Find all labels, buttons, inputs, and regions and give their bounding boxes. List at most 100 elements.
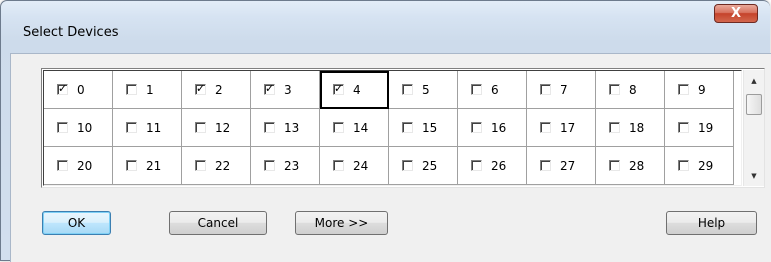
device-checkbox[interactable] (540, 84, 551, 95)
device-checkbox[interactable] (195, 122, 206, 133)
device-cell[interactable]: 15 (389, 109, 458, 147)
device-checkbox[interactable] (195, 160, 206, 171)
device-cell[interactable]: 24 (320, 147, 389, 185)
device-cell[interactable]: 19 (665, 109, 734, 147)
device-checkbox[interactable] (471, 160, 482, 171)
dialog-client-area: 0123456789101112131415161718192021222324… (10, 53, 771, 262)
device-checkbox[interactable] (609, 160, 620, 171)
arrow-up-icon: ▲ (751, 76, 757, 85)
scroll-down-button[interactable]: ▼ (744, 167, 764, 184)
ok-button[interactable]: OK (42, 211, 111, 235)
device-cell[interactable]: 23 (251, 147, 320, 185)
device-cell[interactable]: 22 (182, 147, 251, 185)
device-checkbox[interactable] (609, 122, 620, 133)
device-cell[interactable]: 9 (665, 71, 734, 109)
device-checkbox[interactable] (126, 84, 137, 95)
vertical-scrollbar[interactable]: ▲ ▼ (743, 70, 764, 186)
device-checkbox[interactable] (678, 160, 689, 171)
device-checkbox[interactable] (57, 160, 68, 171)
device-label: 14 (353, 120, 369, 135)
device-checkbox[interactable] (609, 84, 620, 95)
device-cell[interactable]: 4 (320, 71, 389, 109)
device-cell[interactable]: 18 (596, 109, 665, 147)
more-button[interactable]: More >> (295, 211, 388, 235)
device-cell[interactable]: 1 (113, 71, 182, 109)
device-checkbox[interactable] (333, 122, 344, 133)
device-cell[interactable]: 17 (527, 109, 596, 147)
close-button[interactable]: X (714, 4, 758, 23)
device-cell[interactable]: 3 (251, 71, 320, 109)
close-icon: X (730, 6, 742, 21)
device-checkbox[interactable] (540, 160, 551, 171)
device-label: 4 (353, 82, 361, 97)
arrow-down-icon: ▼ (751, 171, 757, 180)
device-cell[interactable]: 27 (527, 147, 596, 185)
device-label: 2 (215, 82, 223, 97)
device-label: 16 (491, 120, 507, 135)
device-label: 15 (422, 120, 438, 135)
device-cell[interactable]: 10 (44, 109, 113, 147)
device-cell[interactable]: 20 (44, 147, 113, 185)
device-label: 19 (698, 120, 714, 135)
help-button[interactable]: Help (666, 211, 757, 235)
device-label: 6 (491, 82, 499, 97)
device-label: 11 (146, 120, 162, 135)
device-cell[interactable]: 7 (527, 71, 596, 109)
device-label: 20 (77, 158, 93, 173)
device-label: 25 (422, 158, 438, 173)
device-cell[interactable]: 6 (458, 71, 527, 109)
device-cell[interactable]: 21 (113, 147, 182, 185)
device-checkbox[interactable] (678, 122, 689, 133)
device-label: 26 (491, 158, 507, 173)
device-checkbox[interactable] (264, 160, 275, 171)
device-cell[interactable]: 16 (458, 109, 527, 147)
device-grid: 0123456789101112131415161718192021222324… (44, 71, 734, 185)
device-cell[interactable]: 11 (113, 109, 182, 147)
device-checkbox[interactable] (57, 122, 68, 133)
device-label: 18 (629, 120, 645, 135)
device-checkbox[interactable] (333, 160, 344, 171)
device-label: 29 (698, 158, 714, 173)
device-label: 23 (284, 158, 300, 173)
device-cell[interactable]: 5 (389, 71, 458, 109)
dialog-title: Select Devices (23, 25, 119, 40)
device-checkbox[interactable] (126, 160, 137, 171)
device-label: 8 (629, 82, 637, 97)
device-checkbox[interactable] (471, 122, 482, 133)
device-checkbox[interactable] (402, 160, 413, 171)
device-label: 24 (353, 158, 369, 173)
device-cell[interactable]: 14 (320, 109, 389, 147)
cancel-button[interactable]: Cancel (169, 211, 267, 235)
dialog-window: Select Devices X 01234567891011121314151… (0, 0, 771, 262)
device-checkbox[interactable] (264, 84, 275, 95)
device-cell[interactable]: 28 (596, 147, 665, 185)
device-cell[interactable]: 13 (251, 109, 320, 147)
device-cell[interactable]: 2 (182, 71, 251, 109)
device-checkbox[interactable] (471, 84, 482, 95)
device-label: 9 (698, 82, 706, 97)
device-label: 28 (629, 158, 645, 173)
scroll-up-button[interactable]: ▲ (744, 72, 764, 89)
device-label: 12 (215, 120, 231, 135)
device-checkbox[interactable] (264, 122, 275, 133)
device-label: 21 (146, 158, 162, 173)
device-checkbox[interactable] (195, 84, 206, 95)
device-checkbox[interactable] (57, 84, 68, 95)
device-cell[interactable]: 26 (458, 147, 527, 185)
device-label: 13 (284, 120, 300, 135)
device-list-frame: 0123456789101112131415161718192021222324… (41, 68, 765, 188)
device-checkbox[interactable] (540, 122, 551, 133)
device-label: 7 (560, 82, 568, 97)
device-checkbox[interactable] (126, 122, 137, 133)
device-cell[interactable]: 0 (44, 71, 113, 109)
device-cell[interactable]: 12 (182, 109, 251, 147)
device-cell[interactable]: 8 (596, 71, 665, 109)
device-checkbox[interactable] (678, 84, 689, 95)
device-checkbox[interactable] (402, 122, 413, 133)
device-checkbox[interactable] (402, 84, 413, 95)
device-cell[interactable]: 25 (389, 147, 458, 185)
device-list: 0123456789101112131415161718192021222324… (43, 70, 742, 186)
device-checkbox[interactable] (333, 84, 344, 95)
scrollbar-thumb[interactable] (746, 94, 762, 115)
device-cell[interactable]: 29 (665, 147, 734, 185)
